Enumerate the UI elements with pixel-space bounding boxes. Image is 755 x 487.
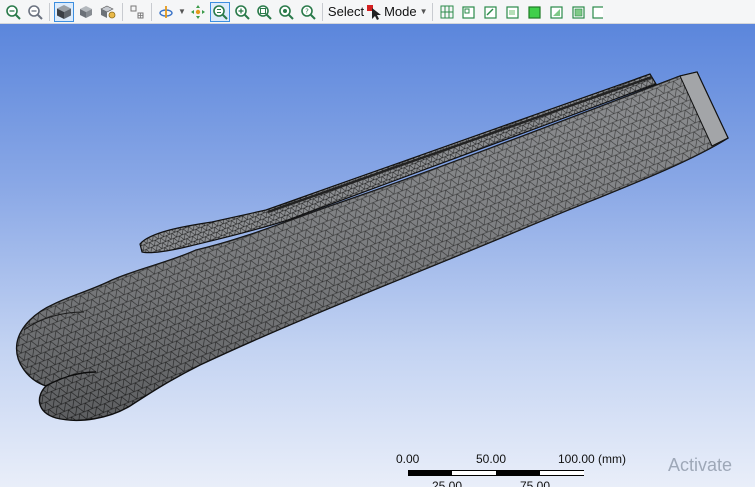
select-face-button[interactable] <box>503 2 523 22</box>
body-select-icon <box>527 5 541 19</box>
magnifier-button[interactable]: ? <box>298 2 318 22</box>
zoom-fit-icon <box>257 4 272 20</box>
chevron-down-icon[interactable]: ▼ <box>420 7 428 16</box>
scale-segment <box>452 470 496 476</box>
scale-segment <box>540 470 584 476</box>
activation-watermark: Activate <box>668 455 733 475</box>
chevron-down-icon[interactable]: ▼ <box>178 7 186 16</box>
vertex-select-icon <box>461 5 475 19</box>
pan-button[interactable] <box>188 2 208 22</box>
zoom-to-fit-button[interactable] <box>254 2 274 22</box>
select-element-button[interactable] <box>569 2 589 22</box>
shaded-cube-icon <box>80 5 92 18</box>
scale-segment <box>496 470 540 476</box>
shaded-with-edges-button[interactable] <box>54 1 74 22</box>
zoom-icon <box>213 4 228 20</box>
scale-segment <box>408 470 452 476</box>
zoom-out-button[interactable] <box>25 2 45 22</box>
select-mode-button[interactable] <box>367 2 382 22</box>
element-face-icon <box>549 5 563 19</box>
window-select-icon <box>130 5 144 18</box>
cursor-arrow-icon <box>367 4 382 20</box>
view-options-button[interactable] <box>98 2 118 22</box>
meshed-model[interactable] <box>0 24 755 487</box>
select-mesh-button[interactable] <box>437 2 457 22</box>
zoom-out-icon <box>28 4 43 20</box>
pan-icon <box>190 4 205 19</box>
select-body-button[interactable] <box>525 2 545 22</box>
graphics-toolbar: ▼ ? Select Mode ▼ <box>0 0 755 24</box>
zoom-in-button[interactable] <box>3 2 23 22</box>
select-extend-button[interactable] <box>591 2 603 22</box>
mesh-body-shading <box>16 72 729 421</box>
select-label: Select <box>327 4 365 19</box>
rotate-button[interactable] <box>156 2 176 22</box>
svg-text:?: ? <box>305 7 309 15</box>
box-zoom-icon <box>235 4 250 20</box>
toolbar-separator <box>431 2 433 21</box>
scale-label: 50.00 <box>476 452 507 466</box>
fit-window-button[interactable] <box>127 2 147 22</box>
toolbar-separator <box>49 2 50 21</box>
mesh-select-icon <box>440 5 454 18</box>
face-select-icon <box>505 5 519 19</box>
edge-select-icon <box>483 5 497 19</box>
cube-icon <box>57 4 71 19</box>
select-edge-button[interactable] <box>481 2 501 22</box>
rotate-icon <box>159 5 173 18</box>
mode-dropdown[interactable]: Mode <box>382 4 419 19</box>
scale-label: 25.00 <box>432 479 463 487</box>
select-vertex-button[interactable] <box>459 2 479 22</box>
toolbar-separator <box>321 2 323 21</box>
scale-ruler: 0.00 50.00 100.00 (mm) 25.00 75.00 <box>396 452 660 487</box>
shaded-button[interactable] <box>76 2 96 22</box>
graphics-viewport[interactable]: 0.00 50.00 100.00 (mm) 25.00 75.00 Activ… <box>0 24 755 487</box>
view-cube-gear-icon <box>100 5 116 18</box>
zoom-in-icon <box>6 4 21 20</box>
scale-label: 75.00 <box>520 479 551 487</box>
element-select-icon <box>571 5 585 19</box>
zoom-button[interactable] <box>209 1 230 22</box>
zoom-selection-button[interactable] <box>276 2 296 22</box>
magnifier-icon: ? <box>301 4 316 20</box>
scale-label: 100.00 (mm) <box>558 452 627 466</box>
toolbar-separator <box>151 2 152 21</box>
toolbar-separator <box>122 2 123 21</box>
select-element-face-button[interactable] <box>547 2 567 22</box>
scale-label: 0.00 <box>396 452 420 466</box>
box-zoom-button[interactable] <box>232 2 252 22</box>
zoom-selection-icon <box>279 4 294 20</box>
extend-select-icon <box>591 5 603 19</box>
